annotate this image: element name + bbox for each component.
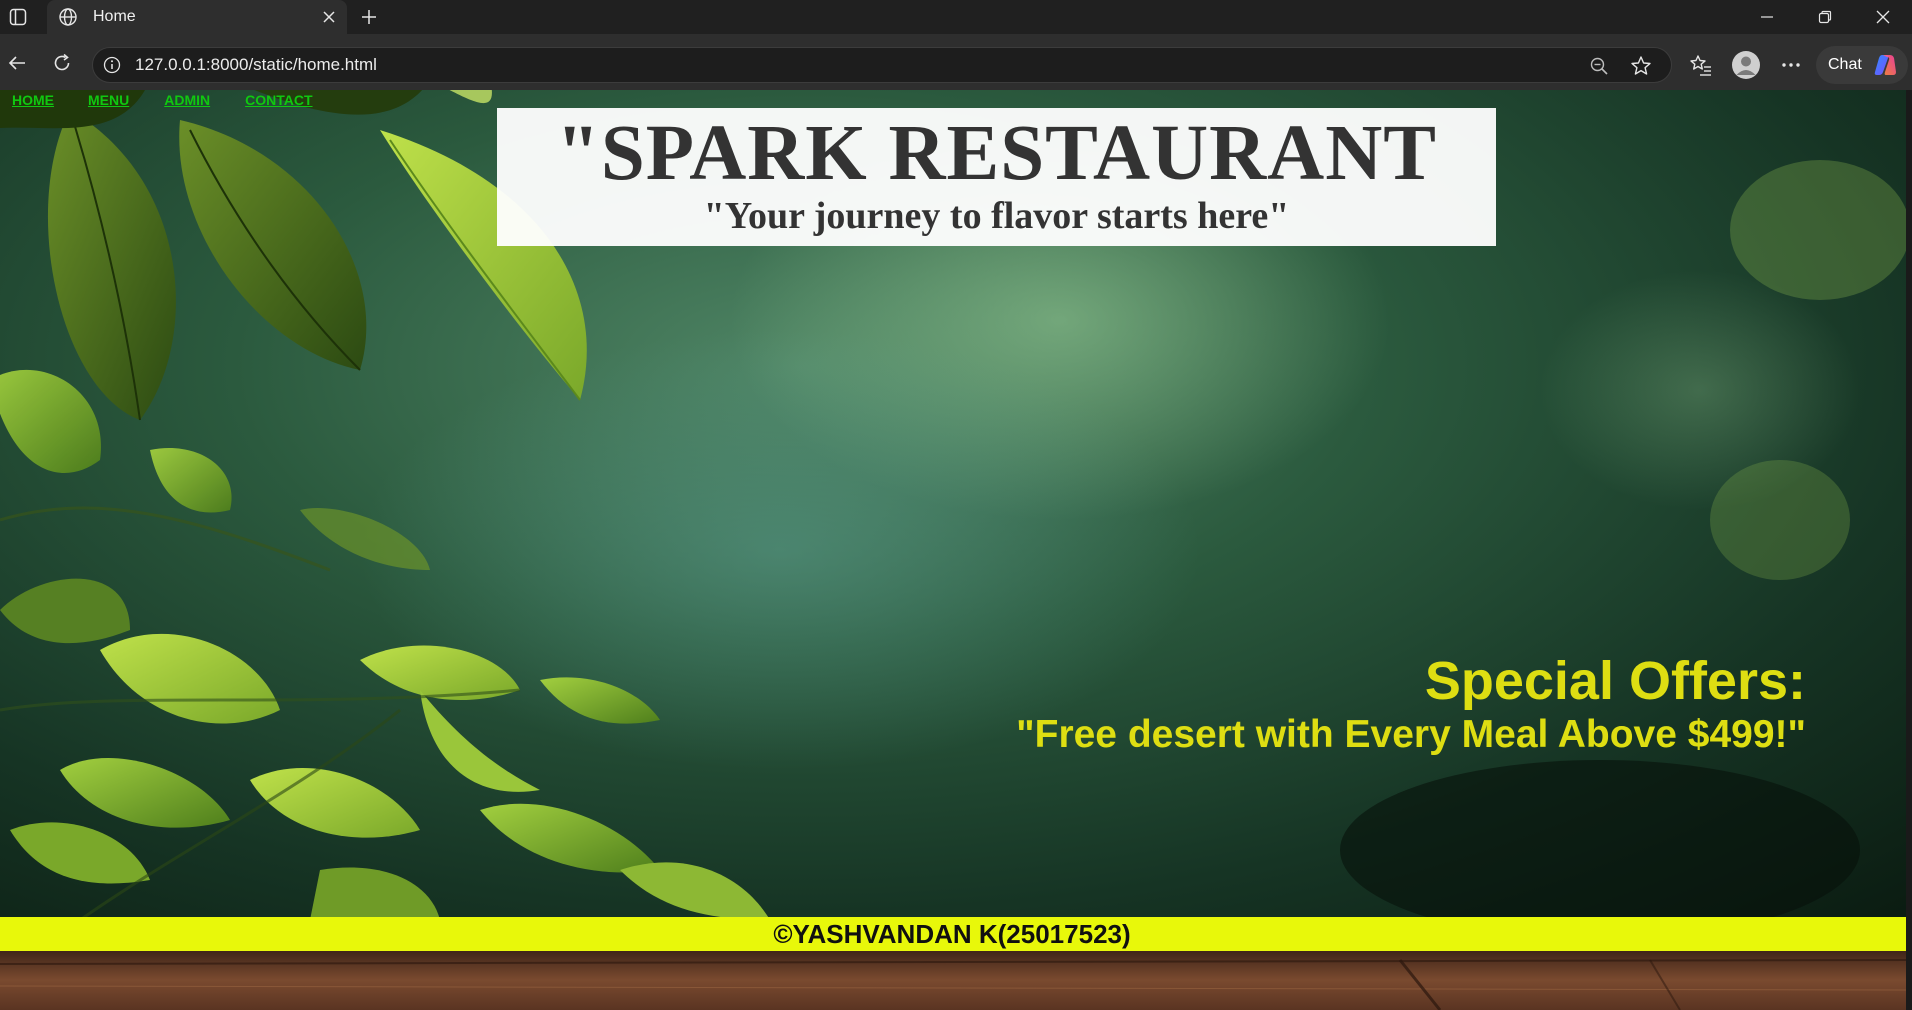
url-text: 127.0.0.1:8000/static/home.html: [135, 55, 377, 74]
nav-link-menu[interactable]: MENU: [88, 90, 129, 110]
restaurant-tagline: "Your journey to flavor starts here": [703, 195, 1290, 237]
tab-actions-icon[interactable]: [6, 4, 30, 30]
page-scrollbar[interactable]: [1906, 90, 1912, 1010]
site-info-icon[interactable]: [101, 54, 123, 76]
close-tab-icon[interactable]: [315, 3, 343, 31]
minimize-icon[interactable]: [1738, 0, 1796, 34]
back-arrow-icon[interactable]: [1, 47, 33, 79]
favorite-star-icon[interactable]: [1628, 53, 1654, 79]
new-tab-icon[interactable]: [356, 4, 382, 30]
wooden-table: [0, 950, 1906, 1010]
main-nav: HOME MENU ADMIN CONTACT: [12, 90, 313, 110]
favorites-icon[interactable]: [1684, 48, 1718, 82]
page-footer: ©YASHVANDAN K(25017523): [0, 917, 1906, 951]
nav-link-contact[interactable]: CONTACT: [245, 90, 312, 110]
copyright-text: ©YASHVANDAN K(25017523): [773, 919, 1131, 949]
restore-icon[interactable]: [1796, 0, 1854, 34]
more-options-icon[interactable]: [1774, 48, 1808, 82]
nav-link-admin[interactable]: ADMIN: [164, 90, 210, 110]
globe-icon: [57, 6, 79, 28]
offers-text: "Free desert with Every Meal Above $499!…: [1016, 713, 1806, 756]
reload-icon[interactable]: [46, 47, 78, 79]
chat-label: Chat: [1828, 56, 1862, 73]
browser-tab-home[interactable]: Home: [47, 0, 347, 34]
tab-title: Home: [93, 8, 136, 25]
copilot-icon: [1874, 55, 1896, 75]
nav-link-home[interactable]: HOME: [12, 90, 54, 110]
profile-avatar-icon[interactable]: [1729, 48, 1763, 82]
page-viewport: HOME MENU ADMIN CONTACT "SPARK RESTAURAN…: [0, 90, 1906, 1010]
chat-button[interactable]: Chat: [1816, 46, 1908, 84]
close-window-icon[interactable]: [1854, 0, 1912, 34]
zoom-out-icon[interactable]: [1587, 54, 1611, 78]
special-offers: Special Offers: "Free desert with Every …: [1016, 650, 1806, 758]
hero-header: "SPARK RESTAURANT "Your journey to flavo…: [497, 108, 1496, 246]
address-bar[interactable]: 127.0.0.1:8000/static/home.html: [92, 47, 1672, 83]
restaurant-title: "SPARK RESTAURANT: [556, 110, 1437, 197]
browser-tab-strip: Home: [0, 0, 1912, 34]
offers-heading: Special Offers:: [1424, 651, 1806, 711]
